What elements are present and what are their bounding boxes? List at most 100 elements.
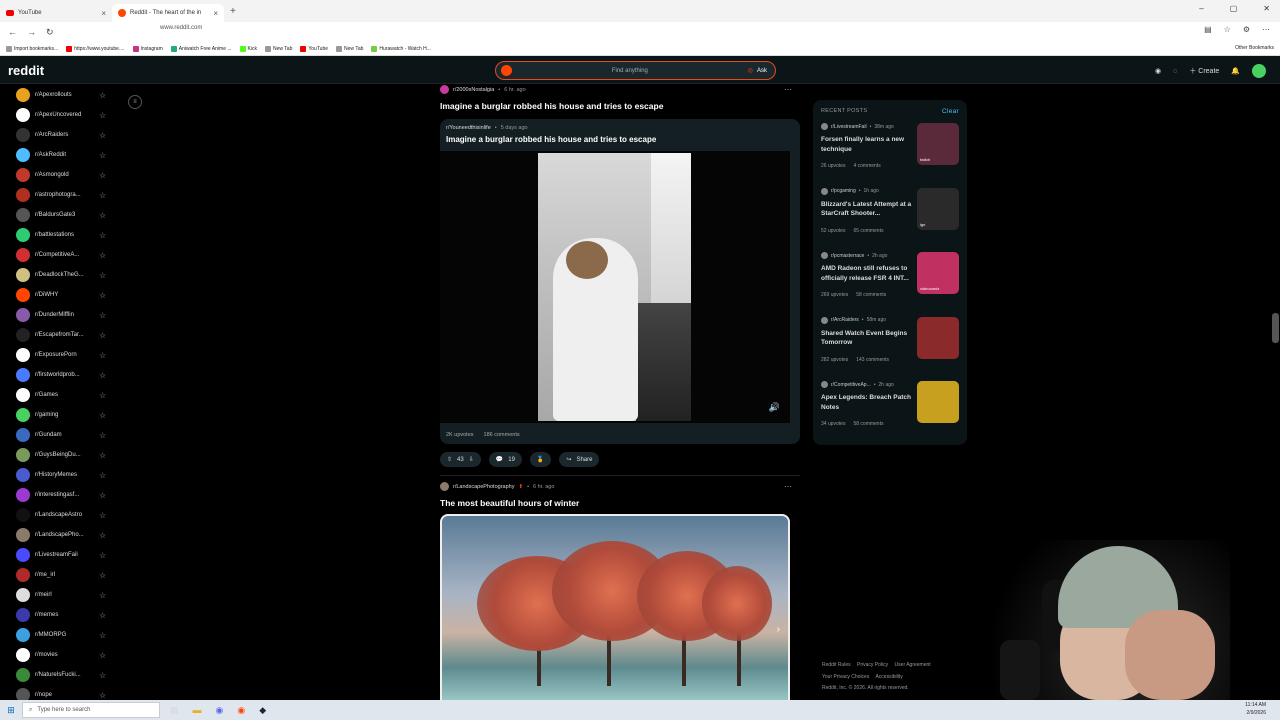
recent-post-thumbnail[interactable]: videocardz bbox=[917, 252, 959, 294]
sidebar-community-item[interactable]: r/DiWHY ☆ bbox=[0, 285, 150, 305]
bookmark-item[interactable]: Hurawatch - Watch H... bbox=[371, 45, 431, 52]
crosspost-subreddit[interactable]: r/Youneedthisinlife bbox=[446, 125, 491, 131]
favorite-star-icon[interactable]: ☆ bbox=[99, 391, 106, 400]
favorite-star-icon[interactable]: ☆ bbox=[99, 451, 106, 460]
recent-post[interactable]: r/pcgaming • 1h ago Blizzard's Latest Attem… bbox=[821, 180, 959, 245]
post-subreddit[interactable]: r/2000sNostalgia bbox=[453, 87, 494, 93]
sidebar-community-item[interactable]: r/astrophotogra... ☆ bbox=[0, 185, 150, 205]
steam-icon[interactable]: ◆ bbox=[259, 705, 266, 716]
favorite-icon[interactable]: ☆ bbox=[1224, 25, 1231, 34]
sidebar-community-item[interactable]: r/Asmongold ☆ bbox=[0, 165, 150, 185]
favorite-star-icon[interactable]: ☆ bbox=[99, 91, 106, 100]
sidebar-community-item[interactable]: r/LivestreamFail ☆ bbox=[0, 545, 150, 565]
sidebar-community-item[interactable]: r/ArcRaiders ☆ bbox=[0, 125, 150, 145]
sidebar-community-item[interactable]: r/MMORPG ☆ bbox=[0, 625, 150, 645]
recent-post-subreddit[interactable]: r/ArcRaiders bbox=[831, 317, 859, 323]
footer-link[interactable]: Accessibility bbox=[875, 674, 902, 680]
search-input[interactable]: Find anything bbox=[512, 68, 748, 74]
post-card[interactable]: r/LandscapePhotography ⬆ • 6 hr. ago ⋯ T… bbox=[440, 482, 800, 712]
recent-post-title[interactable]: AMD Radeon still refuses to officially r… bbox=[821, 264, 913, 284]
favorite-star-icon[interactable]: ☆ bbox=[99, 311, 106, 320]
recent-post[interactable]: r/ArcRaiders • 58m ago Shared Watch Event B… bbox=[821, 309, 959, 374]
bookmark-item[interactable]: New Tab bbox=[265, 45, 292, 52]
minimize-icon[interactable]: – bbox=[1199, 4, 1203, 13]
downvote-icon[interactable]: ⇩ bbox=[469, 456, 474, 463]
favorite-star-icon[interactable]: ☆ bbox=[99, 371, 106, 380]
sidebar-community-item[interactable]: r/EscapefromTar... ☆ bbox=[0, 325, 150, 345]
sidebar-community-item[interactable]: r/Games ☆ bbox=[0, 385, 150, 405]
url-field[interactable]: www.reddit.com bbox=[160, 25, 202, 31]
recent-post-title[interactable]: Forsen finally learns a new technique bbox=[821, 135, 913, 155]
favorite-star-icon[interactable]: ☆ bbox=[99, 131, 106, 140]
favorite-star-icon[interactable]: ☆ bbox=[99, 551, 106, 560]
forward-icon[interactable]: → bbox=[27, 27, 36, 37]
bookmark-item[interactable]: Aniwatch Free Anime ... bbox=[170, 45, 232, 52]
search-bar[interactable]: Find anything ◎ Ask bbox=[495, 61, 776, 80]
post-subreddit[interactable]: r/LandscapePhotography bbox=[453, 484, 514, 490]
taskbar-search-input[interactable]: Type here to search bbox=[37, 707, 90, 713]
taskbar-search[interactable]: ⌕ Type here to search bbox=[22, 702, 160, 718]
more-options-icon[interactable]: ⋯ bbox=[784, 85, 792, 94]
tab-youtube[interactable]: YouTube × bbox=[0, 4, 112, 22]
crosspost-title[interactable]: Imagine a burglar robbed his house and t… bbox=[446, 135, 794, 144]
favorite-star-icon[interactable]: ☆ bbox=[99, 491, 106, 500]
bookmark-item[interactable]: New Tab bbox=[336, 45, 363, 52]
favorite-star-icon[interactable]: ☆ bbox=[99, 531, 106, 540]
favorite-star-icon[interactable]: ☆ bbox=[99, 191, 106, 200]
favorite-star-icon[interactable]: ☆ bbox=[99, 631, 106, 640]
post-image[interactable]: › bbox=[440, 514, 790, 712]
collapse-sidebar-button[interactable]: ≡ bbox=[128, 95, 142, 109]
reload-icon[interactable]: ↻ bbox=[46, 27, 54, 38]
close-window-icon[interactable]: ✕ bbox=[1263, 4, 1270, 13]
share-button[interactable]: ↪ Share bbox=[559, 452, 600, 467]
sidebar-community-item[interactable]: r/interestingasf... ☆ bbox=[0, 485, 150, 505]
recent-post[interactable]: r/LivestreamFail • 38m ago Forsen finally l… bbox=[821, 115, 959, 180]
footer-link[interactable]: Reddit Rules bbox=[822, 662, 851, 668]
sidebar-community-item[interactable]: r/gaming ☆ bbox=[0, 405, 150, 425]
favorite-star-icon[interactable]: ☆ bbox=[99, 111, 106, 120]
menu-icon[interactable]: ⋯ bbox=[1262, 25, 1270, 34]
favorite-star-icon[interactable]: ☆ bbox=[99, 291, 106, 300]
sidebar-community-item[interactable]: r/movies ☆ bbox=[0, 645, 150, 665]
footer-link[interactable]: Your Privacy Choices bbox=[822, 674, 869, 680]
sidebar-community-item[interactable]: r/DunderMifflin ☆ bbox=[0, 305, 150, 325]
sidebar-community-item[interactable]: r/firstworldprob... ☆ bbox=[0, 365, 150, 385]
ask-button[interactable]: Ask bbox=[757, 68, 767, 74]
file-explorer-icon[interactable]: ▬ bbox=[193, 705, 202, 716]
recent-post-subreddit[interactable]: r/LivestreamFail bbox=[831, 124, 867, 130]
sidebar-community-item[interactable]: r/ApexUncovered ☆ bbox=[0, 105, 150, 125]
comments-button[interactable]: 💬 19 bbox=[488, 452, 522, 467]
sidebar-community-item[interactable]: r/CompetitiveA... ☆ bbox=[0, 245, 150, 265]
ads-icon[interactable]: ◉ bbox=[1155, 67, 1161, 75]
bookmark-item[interactable]: https://www.youtube.... bbox=[66, 45, 125, 52]
system-tray-clock[interactable]: 11:14 AM 2/9/2026 bbox=[1245, 702, 1266, 717]
discord-icon[interactable]: ◉ bbox=[216, 705, 224, 716]
sidebar-community-item[interactable]: r/battlestations ☆ bbox=[0, 225, 150, 245]
chat-icon[interactable]: ◌ bbox=[1173, 68, 1177, 75]
back-icon[interactable]: ← bbox=[8, 27, 17, 37]
tab-reddit[interactable]: Reddit - The heart of the in × bbox=[112, 4, 224, 22]
recent-post-title[interactable]: Shared Watch Event Begins Tomorrow bbox=[821, 329, 913, 349]
post-card[interactable]: r/2000sNostalgia • 6 hr. ago ⋯ Imagine a… bbox=[440, 85, 800, 467]
avatar[interactable] bbox=[1252, 64, 1266, 78]
favorite-star-icon[interactable]: ☆ bbox=[99, 471, 106, 480]
bookmark-item[interactable]: YouTube bbox=[300, 45, 328, 52]
favorite-star-icon[interactable]: ☆ bbox=[99, 151, 106, 160]
new-tab-button[interactable]: + bbox=[230, 6, 236, 17]
close-tab-icon[interactable]: × bbox=[213, 9, 218, 18]
sidebar-community-item[interactable]: r/LandscapeAstro ☆ bbox=[0, 505, 150, 525]
sidebar-community-item[interactable]: r/Gundam ☆ bbox=[0, 425, 150, 445]
favorite-star-icon[interactable]: ☆ bbox=[99, 351, 106, 360]
reader-icon[interactable]: ▤ bbox=[1204, 25, 1212, 34]
recent-post-subreddit[interactable]: r/pcgaming bbox=[831, 188, 856, 194]
bookmark-item[interactable]: Instagram bbox=[132, 45, 163, 52]
favorite-star-icon[interactable]: ☆ bbox=[99, 211, 106, 220]
sidebar-community-item[interactable]: r/AskReddit ☆ bbox=[0, 145, 150, 165]
favorite-star-icon[interactable]: ☆ bbox=[99, 611, 106, 620]
task-view-icon[interactable]: ▦ bbox=[170, 705, 179, 716]
favorite-star-icon[interactable]: ☆ bbox=[99, 251, 106, 260]
sidebar-community-item[interactable]: r/BaldursGate3 ☆ bbox=[0, 205, 150, 225]
sidebar-community-item[interactable]: r/memes ☆ bbox=[0, 605, 150, 625]
recent-post-thumbnail[interactable]: twitch bbox=[917, 123, 959, 165]
recent-post-title[interactable]: Apex Legends: Breach Patch Notes bbox=[821, 393, 913, 413]
